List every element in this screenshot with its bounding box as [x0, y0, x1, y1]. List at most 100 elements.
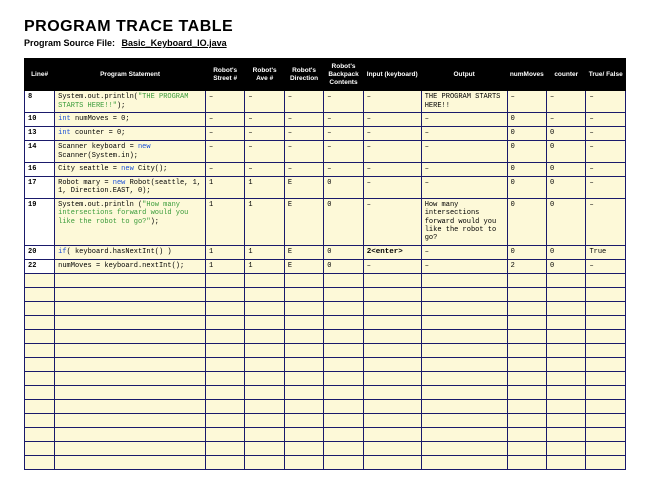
cell-empty: [205, 315, 244, 329]
cell-empty: [586, 315, 626, 329]
cell-empty: [284, 385, 323, 399]
cell-empty: [547, 413, 586, 427]
cell-empty: [205, 371, 244, 385]
th-tf: True/ False: [586, 59, 626, 91]
cell-empty: [245, 413, 284, 427]
cell-line: 14: [25, 141, 55, 163]
cell-ctr: 0: [547, 198, 586, 245]
cell-empty: [25, 371, 55, 385]
cell-empty: [55, 273, 206, 287]
cell-empty: [205, 273, 244, 287]
cell-ave: –: [245, 91, 284, 113]
table-row: 10int numMoves = 0;––––––0––: [25, 113, 626, 127]
source-file-name: Basic_Keyboard_IO.java: [118, 38, 251, 48]
cell-stmt: int counter = 0;: [55, 127, 206, 141]
cell-bp: –: [324, 91, 363, 113]
cell-empty: [205, 287, 244, 301]
cell-stmt: Robot mary = new Robot(seattle, 1, 1, Di…: [55, 176, 206, 198]
cell-empty: [586, 329, 626, 343]
cell-output: –: [421, 245, 507, 259]
cell-empty: [25, 385, 55, 399]
cell-tf: –: [586, 127, 626, 141]
cell-empty: [324, 413, 363, 427]
table-row-empty: [25, 455, 626, 469]
cell-empty: [25, 357, 55, 371]
cell-empty: [547, 357, 586, 371]
cell-empty: [284, 315, 323, 329]
cell-ctr: –: [547, 91, 586, 113]
cell-input: –: [363, 127, 421, 141]
cell-input: –: [363, 176, 421, 198]
cell-empty: [245, 441, 284, 455]
table-row-empty: [25, 329, 626, 343]
cell-street: 1: [205, 259, 244, 273]
cell-output: –: [421, 113, 507, 127]
cell-empty: [421, 385, 507, 399]
cell-empty: [284, 329, 323, 343]
cell-ctr: 0: [547, 162, 586, 176]
cell-empty: [363, 413, 421, 427]
cell-nm: –: [507, 91, 546, 113]
cell-empty: [205, 329, 244, 343]
table-row-empty: [25, 413, 626, 427]
cell-tf: –: [586, 91, 626, 113]
th-dir: Robot's Direction: [284, 59, 323, 91]
cell-tf: –: [586, 198, 626, 245]
table-row-empty: [25, 357, 626, 371]
cell-empty: [363, 343, 421, 357]
cell-empty: [324, 301, 363, 315]
cell-stmt: if( keyboard.hasNextInt() ): [55, 245, 206, 259]
cell-empty: [245, 273, 284, 287]
cell-ave: –: [245, 162, 284, 176]
cell-empty: [363, 357, 421, 371]
cell-empty: [421, 399, 507, 413]
cell-ctr: 0: [547, 259, 586, 273]
cell-empty: [363, 315, 421, 329]
cell-empty: [586, 455, 626, 469]
cell-empty: [363, 273, 421, 287]
cell-empty: [245, 343, 284, 357]
cell-empty: [245, 427, 284, 441]
cell-empty: [55, 343, 206, 357]
cell-empty: [25, 329, 55, 343]
table-row: 20if( keyboard.hasNextInt() )11E02<enter…: [25, 245, 626, 259]
cell-empty: [205, 357, 244, 371]
cell-empty: [547, 385, 586, 399]
cell-street: 1: [205, 245, 244, 259]
table-header: Line# Program Statement Robot's Street #…: [25, 59, 626, 91]
cell-empty: [55, 301, 206, 315]
cell-empty: [586, 385, 626, 399]
cell-empty: [507, 399, 546, 413]
cell-empty: [421, 455, 507, 469]
cell-empty: [507, 371, 546, 385]
th-stmt: Program Statement: [55, 59, 206, 91]
cell-empty: [547, 427, 586, 441]
cell-line: 16: [25, 162, 55, 176]
cell-tf: True: [586, 245, 626, 259]
cell-empty: [586, 343, 626, 357]
cell-empty: [245, 329, 284, 343]
cell-dir: –: [284, 91, 323, 113]
cell-nm: 0: [507, 141, 546, 163]
page-title: PROGRAM TRACE TABLE: [24, 18, 626, 36]
cell-bp: 0: [324, 259, 363, 273]
cell-empty: [284, 343, 323, 357]
cell-empty: [205, 413, 244, 427]
table-body: 8System.out.println("THE PROGRAM STARTS …: [25, 91, 626, 273]
cell-empty: [55, 427, 206, 441]
cell-ave: 1: [245, 245, 284, 259]
table-empty-rows: [25, 273, 626, 469]
cell-street: 1: [205, 198, 244, 245]
cell-empty: [586, 427, 626, 441]
cell-empty: [284, 427, 323, 441]
cell-empty: [324, 371, 363, 385]
cell-stmt: numMoves = keyboard.nextInt();: [55, 259, 206, 273]
cell-empty: [55, 357, 206, 371]
cell-ave: –: [245, 113, 284, 127]
table-row: 8System.out.println("THE PROGRAM STARTS …: [25, 91, 626, 113]
cell-empty: [55, 441, 206, 455]
cell-bp: –: [324, 127, 363, 141]
cell-tf: –: [586, 176, 626, 198]
cell-output: –: [421, 259, 507, 273]
table-row-empty: [25, 371, 626, 385]
